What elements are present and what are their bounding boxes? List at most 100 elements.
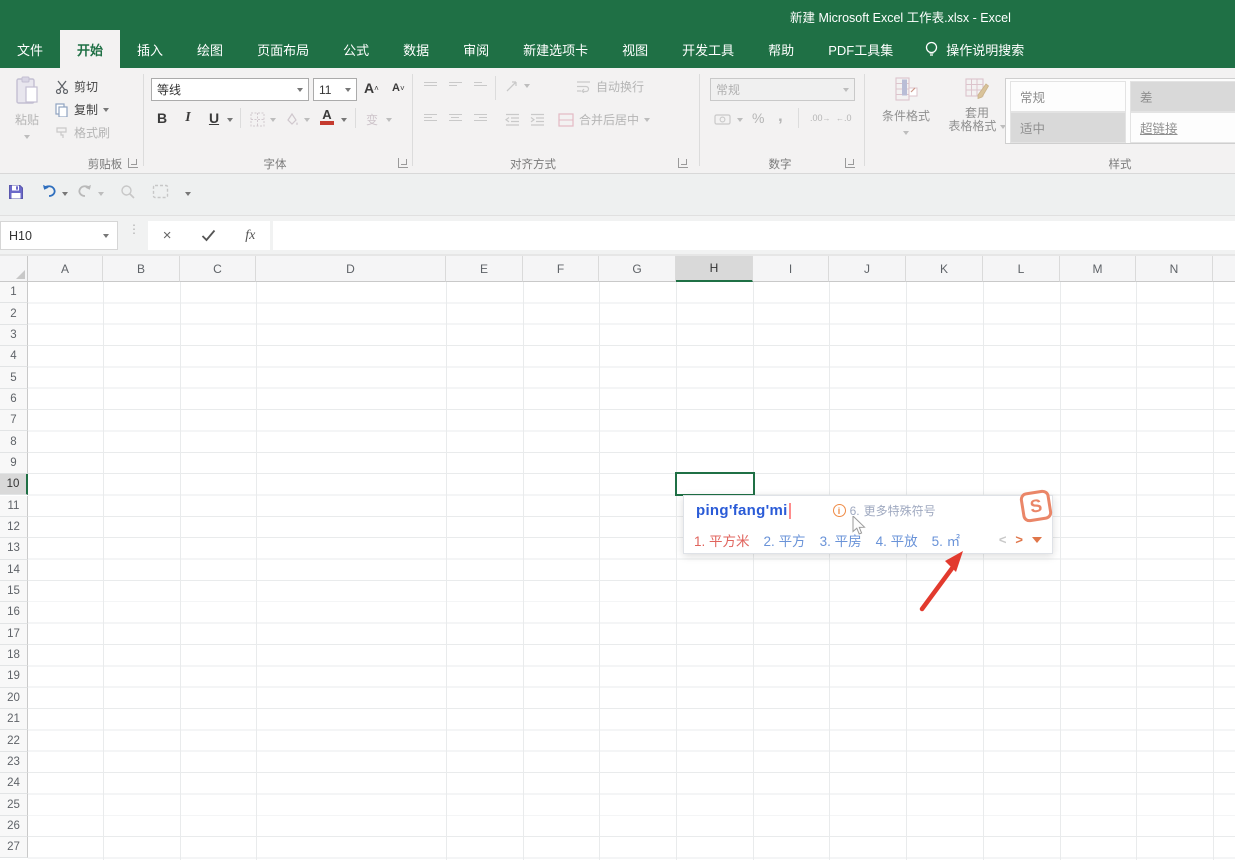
- column-header-D[interactable]: D: [256, 256, 446, 282]
- fill-color-button[interactable]: [284, 112, 300, 132]
- row-header-3[interactable]: 3: [0, 325, 28, 346]
- save-button[interactable]: [8, 184, 24, 200]
- tab-draw[interactable]: 绘图: [180, 30, 240, 68]
- redo-dropdown-icon[interactable]: [98, 192, 104, 196]
- row-header-1[interactable]: 1: [0, 282, 28, 303]
- phonetic-dropdown-icon[interactable]: [386, 118, 392, 122]
- number-dialog-launcher[interactable]: [845, 158, 855, 168]
- bold-button[interactable]: B: [153, 110, 171, 126]
- underline-button[interactable]: U: [205, 110, 223, 126]
- style-neutral[interactable]: 适中: [1010, 112, 1126, 143]
- row-header-16[interactable]: 16: [0, 602, 28, 623]
- row-header-8[interactable]: 8: [0, 431, 28, 452]
- row-header-24[interactable]: 24: [0, 773, 28, 794]
- ime-prev-page-icon[interactable]: <: [999, 532, 1007, 547]
- clipboard-dialog-launcher[interactable]: [128, 158, 138, 168]
- align-bottom-button[interactable]: [474, 80, 487, 88]
- tab-developer[interactable]: 开发工具: [665, 30, 751, 68]
- tab-page-layout[interactable]: 页面布局: [240, 30, 326, 68]
- merge-center-button[interactable]: 合并后居中: [558, 111, 650, 128]
- row-header-21[interactable]: 21: [0, 709, 28, 730]
- number-format-combo[interactable]: 常规: [710, 78, 855, 101]
- font-dialog-launcher[interactable]: [398, 158, 408, 168]
- row-header-20[interactable]: 20: [0, 688, 28, 709]
- grow-font-button[interactable]: A˄: [364, 80, 379, 96]
- tab-formulas[interactable]: 公式: [326, 30, 386, 68]
- row-header-10[interactable]: 10: [0, 474, 28, 495]
- comma-style-button[interactable]: ,: [778, 106, 783, 126]
- style-hyperlink[interactable]: 超链接: [1130, 112, 1235, 143]
- accounting-format-button[interactable]: [714, 112, 731, 132]
- borders-dropdown-icon[interactable]: [270, 118, 276, 122]
- ime-special-symbols-hint[interactable]: i 6. 更多特殊符号: [833, 502, 936, 519]
- row-header-12[interactable]: 12: [0, 517, 28, 538]
- orientation-button[interactable]: [505, 78, 520, 98]
- row-header-11[interactable]: 11: [0, 496, 28, 517]
- row-header-2[interactable]: 2: [0, 303, 28, 324]
- underline-dropdown-icon[interactable]: [227, 118, 233, 122]
- formula-bar-grip[interactable]: ⋮: [128, 226, 140, 232]
- conditional-formatting-button[interactable]: 条件格式: [875, 76, 937, 142]
- tab-new-custom-tab[interactable]: 新建选项卡: [506, 30, 605, 68]
- column-header-M[interactable]: M: [1060, 256, 1136, 282]
- borders-button[interactable]: [250, 112, 265, 132]
- font-color-button[interactable]: A: [320, 109, 334, 125]
- format-painter-button[interactable]: 格式刷: [55, 124, 110, 141]
- qat-customize-dropdown-icon[interactable]: [185, 192, 191, 196]
- font-color-dropdown-icon[interactable]: [341, 118, 347, 122]
- align-top-button[interactable]: [424, 80, 437, 88]
- row-header-9[interactable]: 9: [0, 453, 28, 474]
- row-header-25[interactable]: 25: [0, 794, 28, 815]
- row-header-5[interactable]: 5: [0, 367, 28, 388]
- wrap-text-button[interactable]: 自动换行: [576, 78, 644, 95]
- italic-button[interactable]: I: [179, 110, 197, 126]
- row-header-22[interactable]: 22: [0, 730, 28, 751]
- column-header-B[interactable]: B: [103, 256, 180, 282]
- tab-file[interactable]: 文件: [0, 30, 60, 68]
- tab-data[interactable]: 数据: [386, 30, 446, 68]
- row-header-13[interactable]: 13: [0, 538, 28, 559]
- accounting-dropdown-icon[interactable]: [737, 118, 743, 122]
- tell-me-search[interactable]: 操作说明搜索: [924, 30, 1024, 68]
- row-header-19[interactable]: 19: [0, 666, 28, 687]
- undo-dropdown-icon[interactable]: [62, 192, 68, 196]
- redo-button[interactable]: [76, 184, 94, 199]
- cut-button[interactable]: 剪切: [55, 78, 98, 95]
- column-header-A[interactable]: A: [28, 256, 103, 282]
- enter-check-button[interactable]: [201, 229, 216, 242]
- tab-review[interactable]: 审阅: [446, 30, 506, 68]
- row-header-14[interactable]: 14: [0, 560, 28, 581]
- align-left-button[interactable]: [424, 112, 437, 123]
- fill-color-dropdown-icon[interactable]: [304, 118, 310, 122]
- column-header-partial[interactable]: [1213, 256, 1235, 282]
- row-header-26[interactable]: 26: [0, 816, 28, 837]
- row-header-15[interactable]: 15: [0, 581, 28, 602]
- ime-candidate-2[interactable]: 2. 平方: [764, 530, 806, 550]
- row-header-18[interactable]: 18: [0, 645, 28, 666]
- formula-input[interactable]: [273, 221, 1235, 250]
- row-header-27[interactable]: 27: [0, 837, 28, 858]
- row-header-6[interactable]: 6: [0, 389, 28, 410]
- sogou-ime-logo[interactable]: S: [1019, 489, 1053, 523]
- column-header-G[interactable]: G: [599, 256, 676, 282]
- decrease-indent-button[interactable]: [505, 113, 520, 131]
- touch-mode-button[interactable]: [152, 184, 169, 199]
- row-header-17[interactable]: 17: [0, 624, 28, 645]
- orientation-dropdown-icon[interactable]: [524, 84, 530, 88]
- column-header-N[interactable]: N: [1136, 256, 1213, 282]
- undo-button[interactable]: [40, 184, 58, 199]
- select-all-corner[interactable]: [0, 256, 28, 282]
- increase-indent-button[interactable]: [530, 113, 545, 131]
- tab-help[interactable]: 帮助: [751, 30, 811, 68]
- tab-insert[interactable]: 插入: [120, 30, 180, 68]
- increase-decimal-button[interactable]: .00→: [810, 113, 831, 123]
- ime-expand-icon[interactable]: [1032, 537, 1042, 543]
- print-preview-button[interactable]: [120, 184, 136, 200]
- paste-button[interactable]: 粘贴: [10, 76, 44, 146]
- copy-button[interactable]: 复制: [55, 101, 109, 118]
- decrease-decimal-button[interactable]: ←.0: [836, 113, 852, 123]
- row-header-4[interactable]: 4: [0, 346, 28, 367]
- tab-pdf-tools[interactable]: PDF工具集: [811, 30, 910, 68]
- align-right-button[interactable]: [474, 112, 487, 123]
- column-header-F[interactable]: F: [523, 256, 599, 282]
